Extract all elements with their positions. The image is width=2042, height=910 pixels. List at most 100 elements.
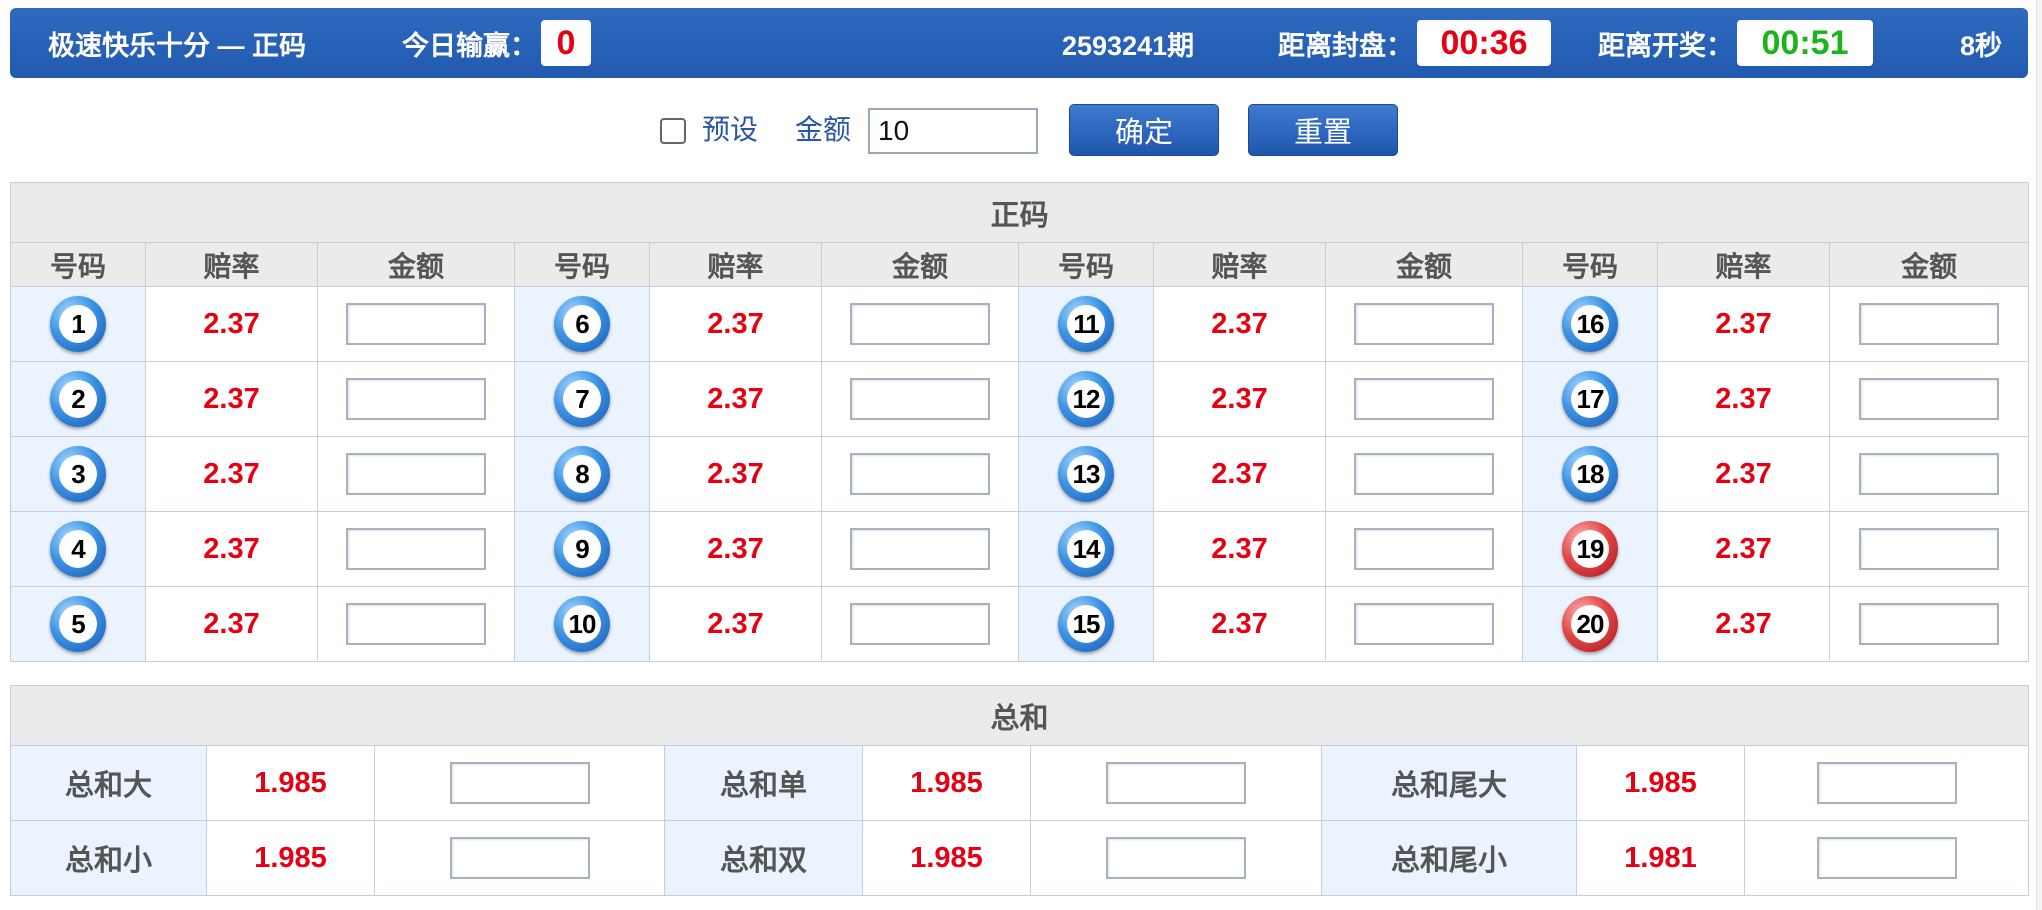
column-header: 号码 [514, 242, 650, 287]
ball-number: 16 [1571, 305, 1609, 343]
odds-value: 1.985 [1576, 745, 1745, 821]
bet-amount-input-14[interactable] [1354, 528, 1494, 570]
odds-value: 2.37 [1153, 511, 1326, 587]
column-header: 金额 [317, 242, 515, 287]
number-cell: 18 [1522, 436, 1658, 512]
number-ball-13: 13 [1058, 446, 1114, 502]
amount-cell [1743, 745, 2030, 821]
bet-amount-input-19[interactable] [1859, 528, 2000, 570]
odds-value: 1.985 [206, 820, 375, 896]
bet-amount-input-4[interactable] [346, 528, 486, 570]
number-ball-18: 18 [1562, 446, 1618, 502]
bet-amount-input-12[interactable] [1354, 378, 1494, 420]
odds-value: 2.37 [1153, 436, 1326, 512]
number-ball-15: 15 [1058, 596, 1114, 652]
bet-amount-input-17[interactable] [1859, 378, 2000, 420]
amount-cell [1828, 511, 2030, 587]
sum-option-label: 总和小 [10, 820, 207, 896]
refresh-countdown[interactable]: 8秒 [1960, 8, 2002, 78]
section-title-sum: 总和 [9, 685, 2030, 746]
ball-number: 10 [563, 605, 601, 643]
bet-amount-input-10[interactable] [850, 603, 990, 645]
preset-label[interactable]: 预设 [702, 108, 758, 152]
ball-number: 9 [563, 530, 601, 568]
draw-countdown: 距离开奖： 00:51 [1598, 8, 1873, 78]
bet-amount-input-6[interactable] [850, 303, 990, 345]
reset-button[interactable]: 重置 [1248, 104, 1398, 156]
sum-option-label: 总和双 [664, 820, 863, 896]
ball-number: 8 [563, 455, 601, 493]
ball-number: 13 [1067, 455, 1105, 493]
sum-bet-amount-input[interactable] [1106, 762, 1246, 804]
bet-amount-input-13[interactable] [1354, 453, 1494, 495]
amount-cell [1325, 361, 1523, 437]
amount-cell [821, 436, 1019, 512]
amount-cell [1828, 286, 2030, 362]
number-cell: 19 [1522, 511, 1658, 587]
number-cell: 11 [1018, 286, 1154, 362]
main-table-body: 1 2.37 6 2.37 11 2.37 16 2.37 2 2.37 7 2.37 12 2.37 17… [10, 286, 2030, 662]
number-cell: 3 [10, 436, 146, 512]
today-winloss: 今日输赢： 0 [402, 8, 591, 78]
bet-amount-input-2[interactable] [346, 378, 486, 420]
bet-amount-input-3[interactable] [346, 453, 486, 495]
bet-amount-input-15[interactable] [1354, 603, 1494, 645]
column-header: 号码 [10, 242, 146, 287]
bet-amount-input-1[interactable] [346, 303, 486, 345]
column-header: 金额 [821, 242, 1019, 287]
number-ball-8: 8 [554, 446, 610, 502]
number-ball-11: 11 [1058, 296, 1114, 352]
sum-bet-amount-input[interactable] [1106, 837, 1246, 879]
amount-cell [1325, 436, 1523, 512]
amount-cell [1828, 586, 2030, 662]
number-cell: 10 [514, 586, 650, 662]
odds-value: 1.985 [862, 745, 1031, 821]
bet-toolbar: 预设 金额 确定 重置 [0, 100, 2042, 160]
close-time: 00:36 [1417, 20, 1551, 66]
sum-bet-amount-input[interactable] [1816, 762, 1957, 804]
confirm-button[interactable]: 确定 [1069, 104, 1219, 156]
ball-number: 11 [1067, 305, 1105, 343]
odds-value: 2.37 [649, 511, 822, 587]
column-header: 金额 [1828, 242, 2030, 287]
ball-number: 7 [563, 380, 601, 418]
number-ball-10: 10 [554, 596, 610, 652]
ball-number: 3 [59, 455, 97, 493]
amount-cell [317, 586, 515, 662]
number-cell: 13 [1018, 436, 1154, 512]
main-number-table: 正码 号码 赔率 金额 号码 赔率 金额 号码 赔率 金额 号码 赔率 金额 1 2.37 6 2.37 11… [9, 182, 2030, 662]
ball-number: 18 [1571, 455, 1609, 493]
period-number: 2593241期 [1062, 30, 1195, 61]
number-ball-16: 16 [1562, 296, 1618, 352]
ball-number: 6 [563, 305, 601, 343]
amount-cell [374, 820, 665, 896]
preset-checkbox[interactable] [660, 118, 686, 144]
preset-amount-input[interactable] [868, 108, 1038, 154]
bet-amount-input-9[interactable] [850, 528, 990, 570]
number-cell: 8 [514, 436, 650, 512]
number-ball-3: 3 [50, 446, 106, 502]
number-cell: 17 [1522, 361, 1658, 437]
bet-amount-input-16[interactable] [1859, 303, 2000, 345]
sum-bet-amount-input[interactable] [449, 837, 590, 879]
number-cell: 16 [1522, 286, 1658, 362]
winloss-value: 0 [541, 20, 591, 66]
game-title: 极速快乐十分 — 正码 [48, 30, 307, 61]
column-header: 赔率 [145, 242, 318, 287]
sum-bet-amount-input[interactable] [1816, 837, 1957, 879]
number-ball-2: 2 [50, 371, 106, 427]
column-header: 赔率 [1657, 242, 1830, 287]
ball-number: 14 [1067, 530, 1105, 568]
bet-amount-input-5[interactable] [346, 603, 486, 645]
bet-amount-input-8[interactable] [850, 453, 990, 495]
bet-amount-input-18[interactable] [1859, 453, 2000, 495]
header-bar: 极速快乐十分 — 正码 今日输赢： 0 2593241期 距离封盘： 00:36… [10, 8, 2028, 78]
odds-value: 2.37 [145, 361, 318, 437]
bet-amount-input-7[interactable] [850, 378, 990, 420]
amount-cell [317, 361, 515, 437]
bet-amount-input-20[interactable] [1859, 603, 2000, 645]
amount-cell [317, 286, 515, 362]
bet-amount-input-11[interactable] [1354, 303, 1494, 345]
sum-bet-amount-input[interactable] [449, 762, 590, 804]
number-cell: 4 [10, 511, 146, 587]
